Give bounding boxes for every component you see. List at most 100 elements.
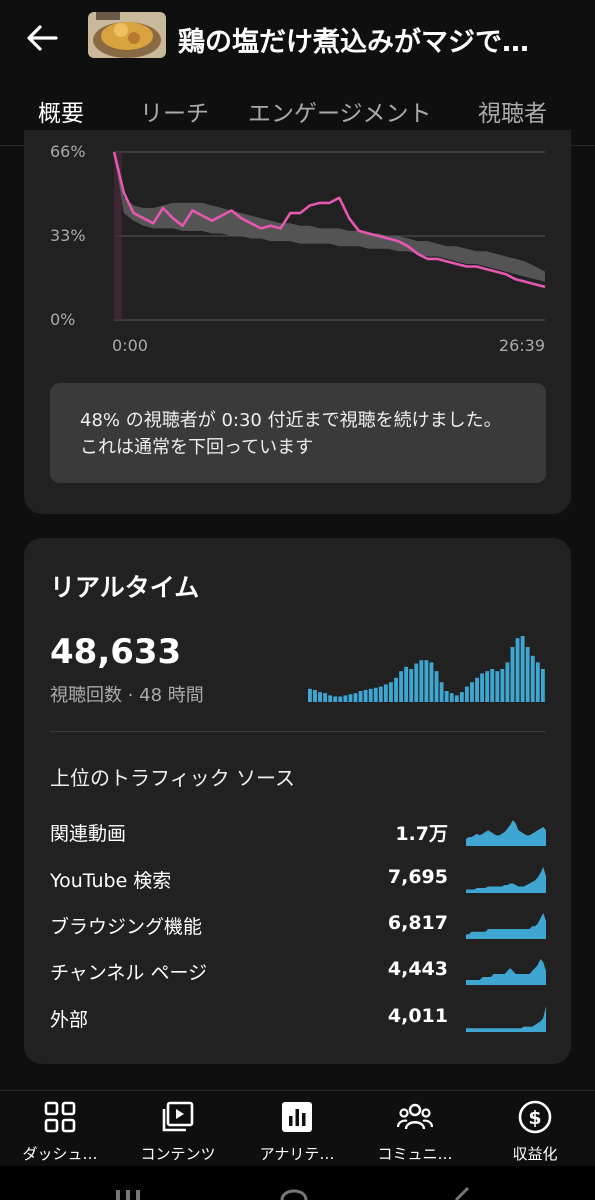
- svg-text:$: $: [528, 1107, 541, 1129]
- traffic-source-label: ブラウジング機能: [50, 916, 203, 938]
- realtime-bar: [535, 662, 540, 702]
- video-title: 鶏の塩だけ煮込みがマジで…: [178, 27, 529, 58]
- nav-label: コンテンツ: [140, 1145, 216, 1163]
- nav-content[interactable]: コンテンツ: [123, 1099, 233, 1163]
- realtime-bar: [515, 638, 520, 702]
- back-button[interactable]: [22, 18, 62, 58]
- realtime-bar: [404, 666, 409, 702]
- realtime-bar: [459, 692, 464, 702]
- realtime-bar: [323, 693, 328, 702]
- realtime-bar: [525, 647, 530, 702]
- traffic-source-label: 関連動画: [50, 823, 127, 845]
- realtime-subtitle: 視聴回数 · 48 時間: [50, 685, 204, 706]
- monetization-icon: $: [518, 1100, 552, 1134]
- realtime-bar: [409, 669, 414, 702]
- top-bar: 鶏の塩だけ煮込みがマジで…: [0, 0, 595, 78]
- nav-monetization[interactable]: $ 収益化: [480, 1099, 590, 1163]
- system-nav-bar: [0, 1166, 595, 1200]
- traffic-source-row[interactable]: YouTube 検索 7,695: [50, 863, 546, 895]
- nav-analytics[interactable]: アナリテ…: [242, 1099, 352, 1163]
- traffic-source-value: 7,695: [387, 866, 448, 888]
- sparkline-area: [466, 1006, 546, 1031]
- nav-dashboard[interactable]: ダッシュ…: [5, 1099, 115, 1163]
- recent-apps-icon[interactable]: [116, 1190, 140, 1200]
- traffic-source-row[interactable]: 外部 4,011: [50, 1002, 546, 1034]
- retention-chart-svg: [112, 151, 546, 321]
- realtime-bar: [419, 660, 424, 702]
- traffic-sparkline: [466, 913, 546, 939]
- tab-reach[interactable]: リーチ: [140, 94, 209, 128]
- traffic-source-label: 外部: [50, 1009, 89, 1031]
- realtime-view-count: 48,633: [50, 632, 182, 672]
- realtime-bar: [444, 691, 449, 702]
- realtime-bar: [383, 684, 388, 702]
- realtime-bar: [399, 671, 404, 702]
- realtime-bar: [373, 687, 378, 702]
- realtime-bar: [490, 669, 495, 702]
- realtime-bar: [313, 689, 317, 702]
- nav-label: コミュニ…: [377, 1145, 453, 1163]
- traffic-sources-title: 上位のトラフィック ソース: [50, 766, 295, 790]
- realtime-bar: [464, 686, 469, 702]
- traffic-sparkline: [466, 867, 546, 893]
- realtime-bar: [434, 671, 439, 702]
- y-tick-label: 33%: [50, 226, 86, 245]
- traffic-source-row[interactable]: 関連動画 1.7万: [50, 816, 546, 848]
- traffic-sparkline: [466, 820, 546, 846]
- realtime-bar: [439, 682, 444, 702]
- realtime-bar: [414, 663, 419, 702]
- y-tick-label: 0%: [50, 310, 76, 329]
- analytics-icon: [282, 1102, 312, 1132]
- traffic-source-row[interactable]: チャンネル ページ 4,443: [50, 955, 546, 987]
- sparkline-area: [466, 959, 546, 984]
- sparkline-area: [466, 820, 546, 845]
- realtime-bar: [454, 695, 459, 702]
- tab-audience[interactable]: 視聴者: [478, 94, 547, 128]
- realtime-bar: [333, 696, 338, 702]
- realtime-bar: [480, 673, 485, 702]
- traffic-source-value: 6,817: [387, 912, 448, 934]
- realtime-card[interactable]: リアルタイム 48,633 視聴回数 · 48 時間 上位のトラフィック ソース…: [24, 538, 571, 1064]
- realtime-bar: [353, 693, 358, 702]
- nav-label: ダッシュ…: [22, 1145, 98, 1163]
- realtime-bar: [429, 662, 434, 702]
- traffic-source-value: 4,443: [387, 958, 448, 980]
- realtime-bar: [495, 671, 500, 702]
- realtime-bar: [378, 686, 383, 702]
- traffic-source-label: チャンネル ページ: [50, 962, 208, 984]
- dashboard-icon: [44, 1101, 76, 1133]
- content-icon: [162, 1101, 194, 1132]
- typical-range-band: [114, 152, 545, 282]
- y-tick-label: 66%: [50, 142, 86, 161]
- traffic-sparkline: [466, 1006, 546, 1032]
- nav-label: アナリテ…: [259, 1145, 335, 1163]
- traffic-sparkline: [466, 959, 546, 985]
- back-nav-icon[interactable]: [454, 1186, 470, 1200]
- retention-insight: 48% の視聴者が 0:30 付近まで視聴を続けました。これは通常を下回っていま…: [50, 383, 546, 483]
- realtime-bar: [348, 694, 353, 702]
- traffic-source-label: YouTube 検索: [50, 870, 172, 892]
- nav-community[interactable]: コミュニ…: [360, 1099, 470, 1163]
- nav-label: 収益化: [512, 1145, 558, 1163]
- realtime-bar: [358, 691, 363, 702]
- realtime-title: リアルタイム: [50, 573, 200, 602]
- traffic-source-value: 1.7万: [395, 823, 448, 845]
- realtime-bar: [530, 655, 535, 702]
- tab-overview[interactable]: 概要: [38, 94, 84, 128]
- realtime-bar: [368, 688, 373, 702]
- community-icon: [397, 1103, 433, 1130]
- video-thumbnail[interactable]: [88, 12, 166, 58]
- x-start-label: 0:00: [112, 336, 148, 355]
- sparkline-area: [466, 913, 546, 938]
- divider: [50, 731, 546, 732]
- realtime-bar: [389, 682, 393, 702]
- realtime-bar-chart: [308, 636, 545, 702]
- realtime-bar: [475, 677, 479, 702]
- realtime-bar: [338, 696, 343, 702]
- realtime-bar: [363, 689, 368, 702]
- realtime-bar: [520, 636, 525, 702]
- home-icon[interactable]: [280, 1189, 308, 1200]
- sparkline-area: [466, 867, 546, 892]
- traffic-source-row[interactable]: ブラウジング機能 6,817: [50, 909, 546, 941]
- tab-engagement[interactable]: エンゲージメント: [248, 94, 432, 128]
